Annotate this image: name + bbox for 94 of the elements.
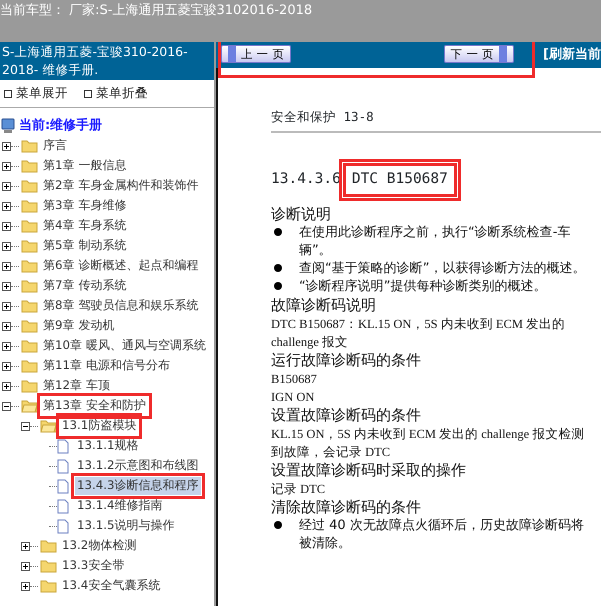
collapse-toggle-icon[interactable] <box>2 402 11 410</box>
paragraph: IGN ON <box>271 388 316 406</box>
folder-icon <box>21 259 38 273</box>
expand-toggle-icon[interactable] <box>21 582 30 590</box>
menu-icon <box>4 90 12 98</box>
expand-toggle-icon[interactable] <box>2 382 11 390</box>
paragraph: DTC B150687：KL.15 ON，5S 内未收到 ECM 发出的 challenge 报文 <box>271 316 566 350</box>
tree-item[interactable]: 13.1.4维修指南 <box>75 497 165 515</box>
expand-toggle-icon[interactable] <box>21 562 30 570</box>
document-icon <box>57 478 69 494</box>
tree-item[interactable]: 序言 <box>41 137 69 155</box>
tree-item[interactable]: 第9章 发动机 <box>41 317 116 335</box>
collapse-toggle-icon[interactable] <box>21 422 30 430</box>
tree-item[interactable]: 第1章 一般信息 <box>41 157 128 175</box>
section-heading: 故障诊断码说明 <box>271 296 377 314</box>
expand-toggle-icon[interactable] <box>2 322 11 330</box>
folder-icon <box>21 179 38 193</box>
folder-icon <box>40 559 57 573</box>
paragraph: B150687 <box>271 370 318 388</box>
tree-item[interactable]: 第12章 车顶 <box>41 377 112 395</box>
folder-icon <box>21 159 38 173</box>
expand-toggle-icon[interactable] <box>2 242 11 250</box>
expand-toggle-icon[interactable] <box>2 182 11 190</box>
section-heading: 设置故障诊断码的条件 <box>271 406 422 424</box>
folder-icon <box>21 279 38 293</box>
expand-toggle-icon[interactable] <box>2 262 11 270</box>
bullet-text: “诊断程序说明”提供每种诊断类别的概述。 <box>299 278 546 296</box>
expand-toggle-icon[interactable] <box>21 542 30 550</box>
tree-item[interactable]: 13.3安全带 <box>60 557 126 575</box>
tree-item[interactable]: 第3章 车身维修 <box>41 197 128 215</box>
expand-toggle-icon[interactable] <box>2 362 11 370</box>
paragraph: KL.15 ON，5S 内未收到 ECM 发出的 challenge 报文检测到故障，会记录 DTC <box>271 426 586 460</box>
computer-icon <box>1 118 15 134</box>
tree-item[interactable]: 第8章 驾驶员信息和娱乐系统 <box>41 297 200 315</box>
folder-icon <box>21 139 38 153</box>
section-heading: 诊断说明 <box>271 204 332 224</box>
tree-item[interactable]: 13.4安全气囊系统 <box>60 577 162 595</box>
expand-toggle-icon[interactable] <box>2 342 11 350</box>
expand-toggle-icon[interactable] <box>2 282 11 290</box>
menu-icon <box>84 90 92 98</box>
document-icon <box>57 498 69 514</box>
tree-item[interactable]: 第6章 诊断概述、起点和编程 <box>41 257 200 275</box>
folder-icon <box>21 339 38 353</box>
document-icon <box>57 458 69 474</box>
tree-item[interactable]: 第7章 传动系统 <box>41 277 128 295</box>
bullet-text: 经过 40 次无故障点火循环后，历史故障诊断码将被清除。 <box>299 516 585 552</box>
folder-icon <box>21 379 38 393</box>
refresh-link[interactable]: [刷新当前 <box>543 45 601 65</box>
next-page-button[interactable]: 下 一 页 <box>444 45 514 63</box>
expand-toggle-icon[interactable] <box>2 202 11 210</box>
bullet-text: 查阅“基于策略的诊断”，以获得诊断方法的概述。 <box>299 260 586 278</box>
paragraph: 记录 DTC <box>271 480 326 498</box>
folder-icon <box>21 239 38 253</box>
folder-icon <box>40 539 57 553</box>
menu-action-link[interactable]: 菜单折叠 <box>96 84 148 103</box>
section-number: 13.4.3.6 <box>271 170 341 187</box>
section-heading: 清除故障诊断码的条件 <box>271 498 422 516</box>
expand-toggle-icon[interactable] <box>2 222 11 230</box>
manual-title: S-上海通用五菱-宝骏310-2016-2018- 维修手册. <box>0 42 214 80</box>
prev-page-button[interactable]: 上 一 页 <box>221 45 292 63</box>
tree-item[interactable]: 13.1.1规格 <box>75 437 141 455</box>
tree-item[interactable]: 13.2物体检测 <box>60 537 138 555</box>
folder-icon <box>21 299 38 313</box>
expand-toggle-icon[interactable] <box>2 302 11 310</box>
tree-item[interactable]: 第5章 制动系统 <box>41 237 128 255</box>
folder-icon <box>40 579 57 593</box>
folder-icon <box>21 219 38 233</box>
bullet-icon <box>274 520 282 528</box>
vehicle-model-title: 当前车型： 厂家:S-上海通用五菱宝骏3102016-2018 <box>0 0 601 42</box>
tree-item[interactable]: 第11章 电源和信号分布 <box>41 357 172 375</box>
bullet-icon <box>274 282 282 290</box>
tree-item[interactable]: 13.1.2示意图和布线图 <box>75 457 201 475</box>
document-icon <box>57 518 69 534</box>
section-heading: 运行故障诊断码的条件 <box>271 350 422 370</box>
section-heading: 设置故障诊断码时采取的操作 <box>271 460 467 480</box>
bullet-text: 在使用此诊断程序之前，执行“诊断系统检查-车辆”。 <box>299 224 572 260</box>
tree-root-label[interactable]: 当前:维修手册 <box>17 116 104 136</box>
menu-action-link[interactable]: 菜单展开 <box>16 84 68 103</box>
tree-item[interactable]: 第10章 暖风、通风与空调系统 <box>41 337 208 355</box>
bullet-icon <box>274 264 282 272</box>
tree-item[interactable]: 13.1.5说明与操作 <box>75 517 177 535</box>
document-icon <box>57 438 69 454</box>
tree-item[interactable]: 13.4.3诊断信息和程序 <box>75 477 201 495</box>
folder-icon <box>21 199 38 213</box>
bullet-icon <box>274 228 282 236</box>
expand-toggle-icon[interactable] <box>2 142 11 150</box>
folder-icon <box>21 359 38 373</box>
open-folder-icon <box>21 399 38 413</box>
expand-toggle-icon[interactable] <box>2 162 11 170</box>
folder-icon <box>21 319 38 333</box>
tree-item[interactable]: 第2章 车身金属构件和装饰件 <box>41 177 200 195</box>
tree-item[interactable]: 第4章 车身系统 <box>41 217 128 235</box>
running-header: 安全和保护 13-8 <box>271 108 601 133</box>
open-folder-icon <box>40 419 57 433</box>
